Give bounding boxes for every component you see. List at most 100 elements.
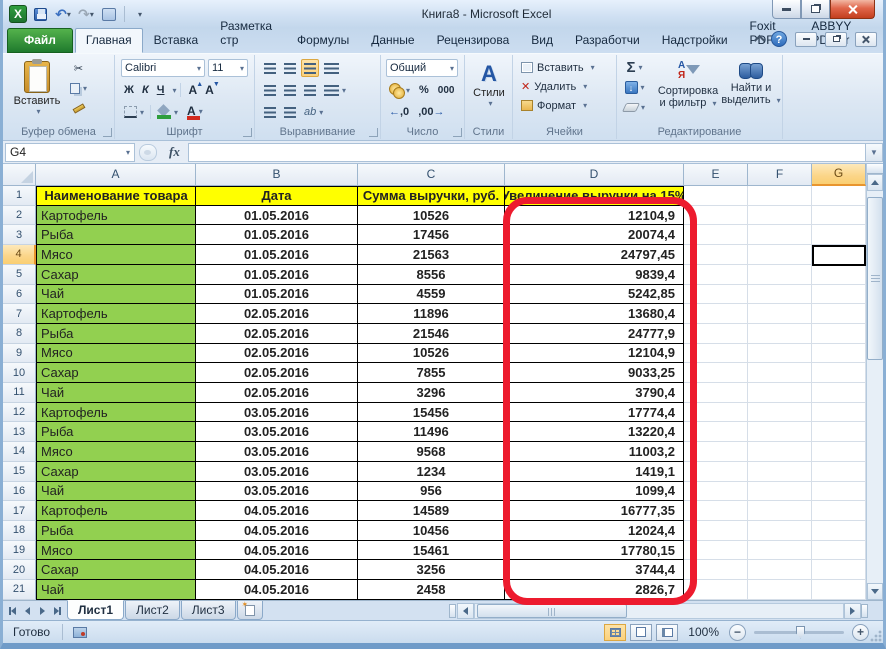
grid-cell[interactable]: 04.05.2016 xyxy=(196,541,358,561)
insert-cells-button[interactable]: Вставить▾ xyxy=(517,58,599,77)
scroll-left-button[interactable] xyxy=(457,603,474,619)
row-header-15[interactable]: 15 xyxy=(3,462,36,482)
grid-cell[interactable]: Чай xyxy=(36,383,196,403)
percent-style-button[interactable]: % xyxy=(416,81,432,99)
grid-cell[interactable] xyxy=(684,324,748,344)
grid-cell[interactable] xyxy=(684,462,748,482)
tab-Данные[interactable]: Данные xyxy=(360,28,425,53)
font-dialog-launcher-icon[interactable] xyxy=(243,128,252,137)
grid-cell[interactable]: 3256 xyxy=(358,560,505,580)
grid-cell[interactable] xyxy=(812,521,866,541)
help-icon[interactable]: ? xyxy=(771,31,787,47)
grid-cell[interactable]: 17780,15 xyxy=(505,541,684,561)
grid-cell[interactable] xyxy=(748,225,812,245)
styles-button[interactable]: А Стили ▾ xyxy=(469,57,509,121)
grid-cell[interactable]: 2458 xyxy=(358,580,505,600)
autosum-button[interactable]: Σ▾ xyxy=(621,58,648,76)
grid-cell[interactable] xyxy=(684,344,748,364)
grid-cell[interactable]: 01.05.2016 xyxy=(196,225,358,245)
grid-cell[interactable] xyxy=(684,403,748,423)
tab-Рецензирова[interactable]: Рецензирова xyxy=(426,28,521,53)
resize-grip[interactable] xyxy=(870,630,882,642)
grid-cell[interactable]: 11896 xyxy=(358,304,505,324)
row-header-17[interactable]: 17 xyxy=(3,501,36,521)
grid-cell[interactable]: 3296 xyxy=(358,383,505,403)
grid-cell[interactable]: Рыба xyxy=(36,225,196,245)
align-right-button[interactable] xyxy=(301,81,319,99)
grid-cell[interactable] xyxy=(684,304,748,324)
grid-cell[interactable]: 11003,2 xyxy=(505,442,684,462)
column-header-F[interactable]: F xyxy=(748,164,812,186)
grid-cell[interactable] xyxy=(748,186,812,206)
grid-cell[interactable]: Картофель xyxy=(36,206,196,226)
tab-Вид[interactable]: Вид xyxy=(520,28,564,53)
grid-cell[interactable]: 3744,4 xyxy=(505,560,684,580)
grid-cell[interactable]: Мясо xyxy=(36,442,196,462)
grow-font-button[interactable]: А▲ xyxy=(185,81,200,99)
grid-cell[interactable] xyxy=(684,560,748,580)
zoom-in-button[interactable]: + xyxy=(852,624,869,641)
clear-button[interactable]: ▾ xyxy=(621,98,648,116)
grid-cell[interactable]: 24797,45 xyxy=(505,245,684,265)
grid-cell[interactable] xyxy=(748,285,812,305)
grid-cell[interactable] xyxy=(812,265,866,285)
grid-cell[interactable]: Рыба xyxy=(36,521,196,541)
row-header-13[interactable]: 13 xyxy=(3,422,36,442)
row-header-14[interactable]: 14 xyxy=(3,442,36,462)
previous-sheet-button[interactable] xyxy=(21,604,34,618)
grid-cell[interactable]: Чай xyxy=(36,482,196,502)
column-header-E[interactable]: E xyxy=(684,164,748,186)
tab-split-handle[interactable] xyxy=(449,604,456,618)
grid-cell[interactable]: Рыба xyxy=(36,324,196,344)
workbook-close-button[interactable] xyxy=(855,32,877,47)
grid-cell[interactable]: Мясо xyxy=(36,344,196,364)
row-header-8[interactable]: 8 xyxy=(3,324,36,344)
grid-cell[interactable] xyxy=(748,363,812,383)
row-header-4[interactable]: 4 xyxy=(3,245,36,265)
grid-cell[interactable] xyxy=(684,363,748,383)
comma-style-button[interactable]: 000 xyxy=(435,81,458,99)
grid-cell[interactable] xyxy=(748,206,812,226)
table-header-cell[interactable]: Увеличение выручки на 15% xyxy=(505,186,684,206)
grid-cell[interactable] xyxy=(812,186,866,206)
grid-cell[interactable]: 12024,4 xyxy=(505,521,684,541)
grid-cell[interactable]: 04.05.2016 xyxy=(196,580,358,600)
grid-cell[interactable]: 01.05.2016 xyxy=(196,206,358,226)
row-header-10[interactable]: 10 xyxy=(3,363,36,383)
fill-button[interactable]: ↓▾ xyxy=(621,78,648,96)
row-header-21[interactable]: 21 xyxy=(3,580,36,600)
grid-cell[interactable]: 02.05.2016 xyxy=(196,383,358,403)
grid-cell[interactable] xyxy=(684,285,748,305)
sheet-tab-Лист1[interactable]: Лист1 xyxy=(67,600,124,620)
orientation-button[interactable]: ab▾ xyxy=(301,103,326,121)
column-header-C[interactable]: C xyxy=(358,164,505,186)
workbook-restore-button[interactable] xyxy=(825,32,847,47)
select-all-corner[interactable] xyxy=(3,164,36,186)
last-sheet-button[interactable] xyxy=(51,604,64,618)
clipboard-dialog-launcher-icon[interactable] xyxy=(103,128,112,137)
insert-function-button[interactable]: fx xyxy=(161,144,188,160)
grid-cell[interactable] xyxy=(684,245,748,265)
scroll-right-button[interactable] xyxy=(844,603,861,619)
align-left-button[interactable] xyxy=(261,81,279,99)
bold-button[interactable]: Ж xyxy=(121,81,137,99)
grid-cell[interactable]: 5242,85 xyxy=(505,285,684,305)
grid-cell[interactable]: 15456 xyxy=(358,403,505,423)
align-bottom-button[interactable] xyxy=(301,59,319,77)
grid-cell[interactable]: 01.05.2016 xyxy=(196,285,358,305)
sheet-tab-Лист2[interactable]: Лист2 xyxy=(125,601,180,620)
grid-cell[interactable]: 17456 xyxy=(358,225,505,245)
grid-cell[interactable] xyxy=(684,225,748,245)
customize-qat-button[interactable]: ▾ xyxy=(130,5,150,23)
grid-cell[interactable] xyxy=(748,462,812,482)
align-top-button[interactable] xyxy=(261,59,279,77)
grid-cell[interactable]: 02.05.2016 xyxy=(196,344,358,364)
row-header-11[interactable]: 11 xyxy=(3,383,36,403)
row-header-12[interactable]: 12 xyxy=(3,403,36,423)
align-middle-button[interactable] xyxy=(281,59,299,77)
grid-cell[interactable]: 1099,4 xyxy=(505,482,684,502)
grid-cell[interactable] xyxy=(684,580,748,600)
first-sheet-button[interactable] xyxy=(6,604,19,618)
vertical-scrollbar[interactable] xyxy=(866,164,883,600)
column-header-D[interactable]: D xyxy=(505,164,684,186)
